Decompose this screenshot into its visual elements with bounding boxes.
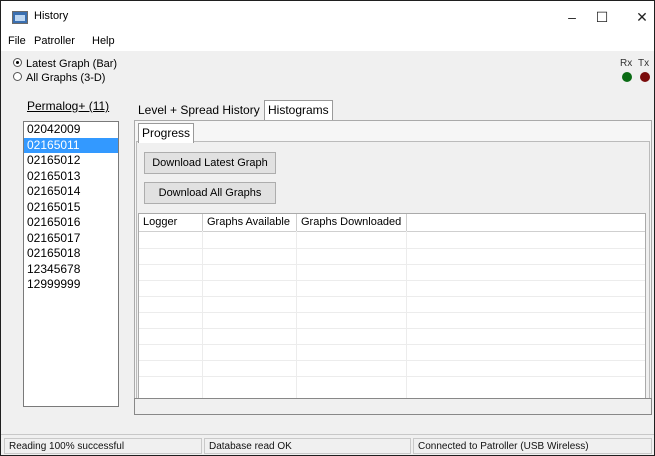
menu-bar: File Patroller Help [1, 31, 654, 51]
list-item[interactable]: 02165018 [24, 246, 118, 262]
row-divider [139, 264, 645, 265]
logger-list[interactable]: 02042009 02165011 02165012 02165013 0216… [23, 121, 119, 407]
row-divider [139, 248, 645, 249]
permalog-link[interactable]: Permalog+ (11) [27, 99, 109, 113]
latest-graph-option[interactable]: Latest Graph (Bar) [13, 58, 117, 70]
menu-help[interactable]: Help [92, 35, 115, 47]
download-all-graphs-button[interactable]: Download All Graphs [144, 182, 276, 204]
menu-patroller[interactable]: Patroller [34, 35, 75, 47]
column-header-graphs-downloaded[interactable]: Graphs Downloaded [297, 214, 407, 231]
list-item[interactable]: 02165012 [24, 153, 118, 169]
rx-label: Rx [620, 58, 633, 69]
list-item[interactable]: 12345678 [24, 262, 118, 278]
column-divider [202, 231, 203, 398]
all-graphs-option[interactable]: All Graphs (3-D) [13, 72, 105, 84]
tx-indicator-icon [640, 72, 650, 82]
list-item[interactable]: 02165014 [24, 184, 118, 200]
list-item[interactable]: 02165016 [24, 215, 118, 231]
tab-histograms[interactable]: Histograms [264, 100, 333, 120]
download-latest-graph-button[interactable]: Download Latest Graph [144, 152, 276, 174]
latest-graph-label: Latest Graph (Bar) [26, 58, 118, 70]
title-bar[interactable]: History – ☐ ✕ [1, 1, 654, 31]
rx-indicator-icon [622, 72, 632, 82]
row-divider [139, 328, 645, 329]
radio-latest-graph[interactable] [13, 58, 22, 67]
status-connection: Connected to Patroller (USB Wireless) [413, 438, 652, 454]
history-window: History – ☐ ✕ File Patroller Help Latest… [0, 0, 655, 456]
list-item[interactable]: 02165015 [24, 200, 118, 216]
horizontal-scrollbar[interactable] [134, 398, 652, 415]
status-bar: Reading 100% successful Database read OK… [1, 434, 654, 455]
progress-table[interactable]: Logger Graphs Available Graphs Downloade… [138, 213, 646, 399]
list-item[interactable]: 02042009 [24, 122, 118, 138]
tab-level-spread-history[interactable]: Level + Spread History [138, 103, 260, 117]
row-divider [139, 312, 645, 313]
tx-label: Tx [638, 58, 650, 69]
column-divider [296, 231, 297, 398]
app-icon [12, 11, 28, 24]
status-reading: Reading 100% successful [4, 438, 202, 454]
row-divider [139, 296, 645, 297]
menu-file[interactable]: File [8, 35, 26, 47]
column-header-graphs-available[interactable]: Graphs Available [203, 214, 297, 231]
row-divider [139, 360, 645, 361]
status-database: Database read OK [204, 438, 411, 454]
list-item[interactable]: 02165013 [24, 169, 118, 185]
radio-all-graphs[interactable] [13, 72, 22, 81]
column-header-logger[interactable]: Logger [139, 214, 203, 231]
row-divider [139, 280, 645, 281]
list-item-selected[interactable]: 02165011 [24, 137, 118, 153]
table-header: Logger Graphs Available Graphs Downloade… [139, 214, 645, 232]
row-divider [139, 376, 645, 377]
list-item[interactable]: 12999999 [24, 277, 118, 293]
list-item[interactable]: 02165017 [24, 231, 118, 247]
all-graphs-label: All Graphs (3-D) [26, 72, 106, 84]
tab-progress[interactable]: Progress [138, 123, 195, 143]
row-divider [139, 344, 645, 345]
window-title: History [34, 10, 69, 22]
column-divider [406, 231, 407, 398]
maximize-button[interactable]: ☐ [582, 5, 622, 29]
close-button[interactable]: ✕ [622, 5, 654, 29]
